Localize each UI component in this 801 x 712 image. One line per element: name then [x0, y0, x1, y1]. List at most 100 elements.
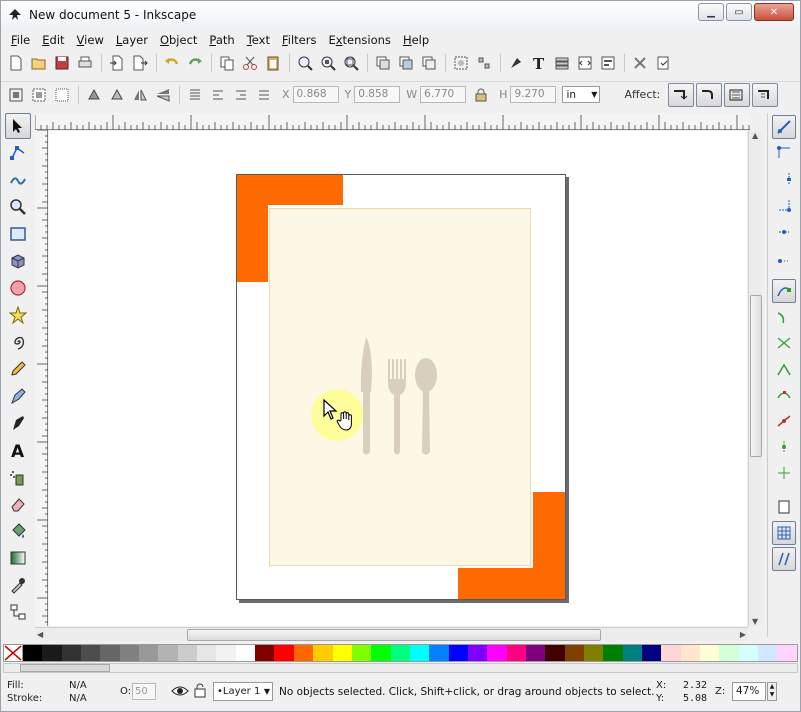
paint-bucket-tool-icon[interactable]: [5, 518, 31, 544]
snap-bbox-centers-icon[interactable]: [772, 245, 796, 269]
ellipse-tool-icon[interactable]: [5, 275, 31, 301]
align-distribute-icon[interactable]: [597, 52, 619, 74]
snap-paths-icon[interactable]: [772, 305, 796, 329]
scroll-down-icon[interactable]: ▼: [752, 617, 758, 626]
color-swatch[interactable]: [467, 645, 488, 661]
unlink-clone-icon[interactable]: [418, 52, 440, 74]
color-swatch[interactable]: [158, 645, 178, 661]
color-swatch[interactable]: [506, 645, 526, 661]
color-swatch[interactable]: [700, 645, 720, 661]
paste-icon[interactable]: [262, 52, 284, 74]
cutlery-graphic[interactable]: [358, 337, 438, 457]
duplicate-icon[interactable]: [372, 52, 394, 74]
color-swatch[interactable]: [371, 645, 391, 661]
snap-bbox-icon[interactable]: [772, 141, 796, 165]
color-swatch[interactable]: [758, 645, 778, 661]
zoom-page-icon[interactable]: [340, 52, 362, 74]
dropper-tool-icon[interactable]: [5, 572, 31, 598]
color-swatch[interactable]: [487, 645, 507, 661]
menu-path[interactable]: Path: [203, 33, 240, 47]
color-swatch[interactable]: [603, 645, 623, 661]
color-swatch[interactable]: [42, 645, 62, 661]
color-swatch[interactable]: [61, 645, 82, 661]
text-tool-icon[interactable]: A: [5, 437, 31, 463]
zoom-drawing-icon[interactable]: [317, 52, 339, 74]
palette-scrollbar[interactable]: [3, 663, 798, 673]
scroll-left-icon[interactable]: ◀: [37, 630, 43, 639]
maximize-button[interactable]: ▭: [726, 3, 752, 21]
color-swatch[interactable]: [622, 645, 642, 661]
color-swatch[interactable]: [274, 645, 294, 661]
color-swatch[interactable]: [177, 645, 198, 661]
rectangle-tool-icon[interactable]: [5, 221, 31, 247]
snap-smooth-nodes-icon[interactable]: [772, 383, 796, 407]
snap-grid-icon[interactable]: [771, 521, 796, 545]
menu-extensions[interactable]: Extensions: [322, 33, 396, 47]
height-input[interactable]: 9.270: [510, 86, 557, 103]
snap-path-intersections-icon[interactable]: [772, 331, 796, 355]
raise-to-top-icon[interactable]: [184, 84, 206, 106]
width-input[interactable]: 6.770: [420, 86, 467, 103]
horizontal-scrollbar[interactable]: ◀ ▶: [35, 627, 748, 641]
zoom-spinner-icon[interactable]: ▲ ▼: [767, 682, 777, 701]
color-swatch[interactable]: [448, 645, 468, 661]
select-all-icon[interactable]: [5, 84, 27, 106]
color-swatch[interactable]: [81, 645, 101, 661]
text-font-icon[interactable]: T: [528, 52, 550, 74]
opacity-input[interactable]: 50: [132, 683, 156, 700]
gradient-tool-icon[interactable]: [5, 545, 31, 571]
menu-edit[interactable]: Edit: [36, 33, 70, 47]
menu-filters[interactable]: Filters: [276, 33, 322, 47]
orange-corner-top-left-side[interactable]: [237, 175, 268, 282]
menu-help[interactable]: Help: [397, 33, 435, 47]
snap-bbox-midpoints-icon[interactable]: [772, 219, 796, 243]
color-swatch[interactable]: [235, 645, 256, 661]
y-input[interactable]: 0.858: [354, 86, 401, 103]
spiral-tool-icon[interactable]: [5, 329, 31, 355]
selector-tool-icon[interactable]: [5, 113, 31, 139]
preferences-icon[interactable]: [629, 52, 651, 74]
color-swatch[interactable]: [525, 645, 546, 661]
scroll-up-icon[interactable]: ▲: [752, 131, 758, 140]
flip-vertical-icon[interactable]: [152, 84, 174, 106]
palette-scroll-thumb[interactable]: [20, 664, 110, 672]
minimize-button[interactable]: ▁: [698, 3, 724, 21]
color-swatch[interactable]: [197, 645, 217, 661]
fill-stroke-icon[interactable]: [505, 52, 527, 74]
no-paint-swatch[interactable]: [4, 645, 23, 661]
document-page[interactable]: [236, 174, 566, 600]
3d-box-tool-icon[interactable]: [5, 248, 31, 274]
snap-object-midpoints-icon[interactable]: [772, 435, 796, 459]
layers-icon[interactable]: [551, 52, 573, 74]
new-document-icon[interactable]: [5, 52, 27, 74]
clone-icon[interactable]: [395, 52, 417, 74]
color-swatch[interactable]: [680, 645, 701, 661]
ungroup-icon[interactable]: [473, 52, 495, 74]
horizontal-scroll-thumb[interactable]: [187, 629, 601, 641]
calligraphy-tool-icon[interactable]: [5, 410, 31, 436]
color-swatch[interactable]: [351, 645, 372, 661]
lower-to-bottom-icon[interactable]: [253, 84, 275, 106]
snap-page-border-icon[interactable]: [772, 495, 796, 519]
stroke-value[interactable]: N/A: [69, 693, 87, 704]
affect-gradients-button[interactable]: [724, 82, 751, 107]
snap-bbox-edges-icon[interactable]: [772, 167, 796, 191]
lock-icon[interactable]: [470, 84, 492, 106]
color-swatch[interactable]: [429, 645, 449, 661]
import-icon[interactable]: [106, 52, 128, 74]
menu-layer[interactable]: Layer: [110, 33, 154, 47]
select-all-layers-icon[interactable]: [28, 84, 50, 106]
tweak-tool-icon[interactable]: [5, 167, 31, 193]
rotate-cw-icon[interactable]: [106, 84, 128, 106]
connector-tool-icon[interactable]: [5, 599, 31, 625]
color-swatch[interactable]: [293, 645, 314, 661]
fill-value[interactable]: N/A: [69, 680, 87, 691]
cream-menu-panel[interactable]: [269, 208, 531, 566]
pen-tool-icon[interactable]: [5, 383, 31, 409]
copy-icon[interactable]: [216, 52, 238, 74]
eraser-tool-icon[interactable]: [5, 491, 31, 517]
pencil-tool-icon[interactable]: [5, 356, 31, 382]
color-swatch[interactable]: [583, 645, 604, 661]
vertical-scroll-thumb[interactable]: [750, 295, 762, 457]
color-swatch[interactable]: [642, 645, 662, 661]
